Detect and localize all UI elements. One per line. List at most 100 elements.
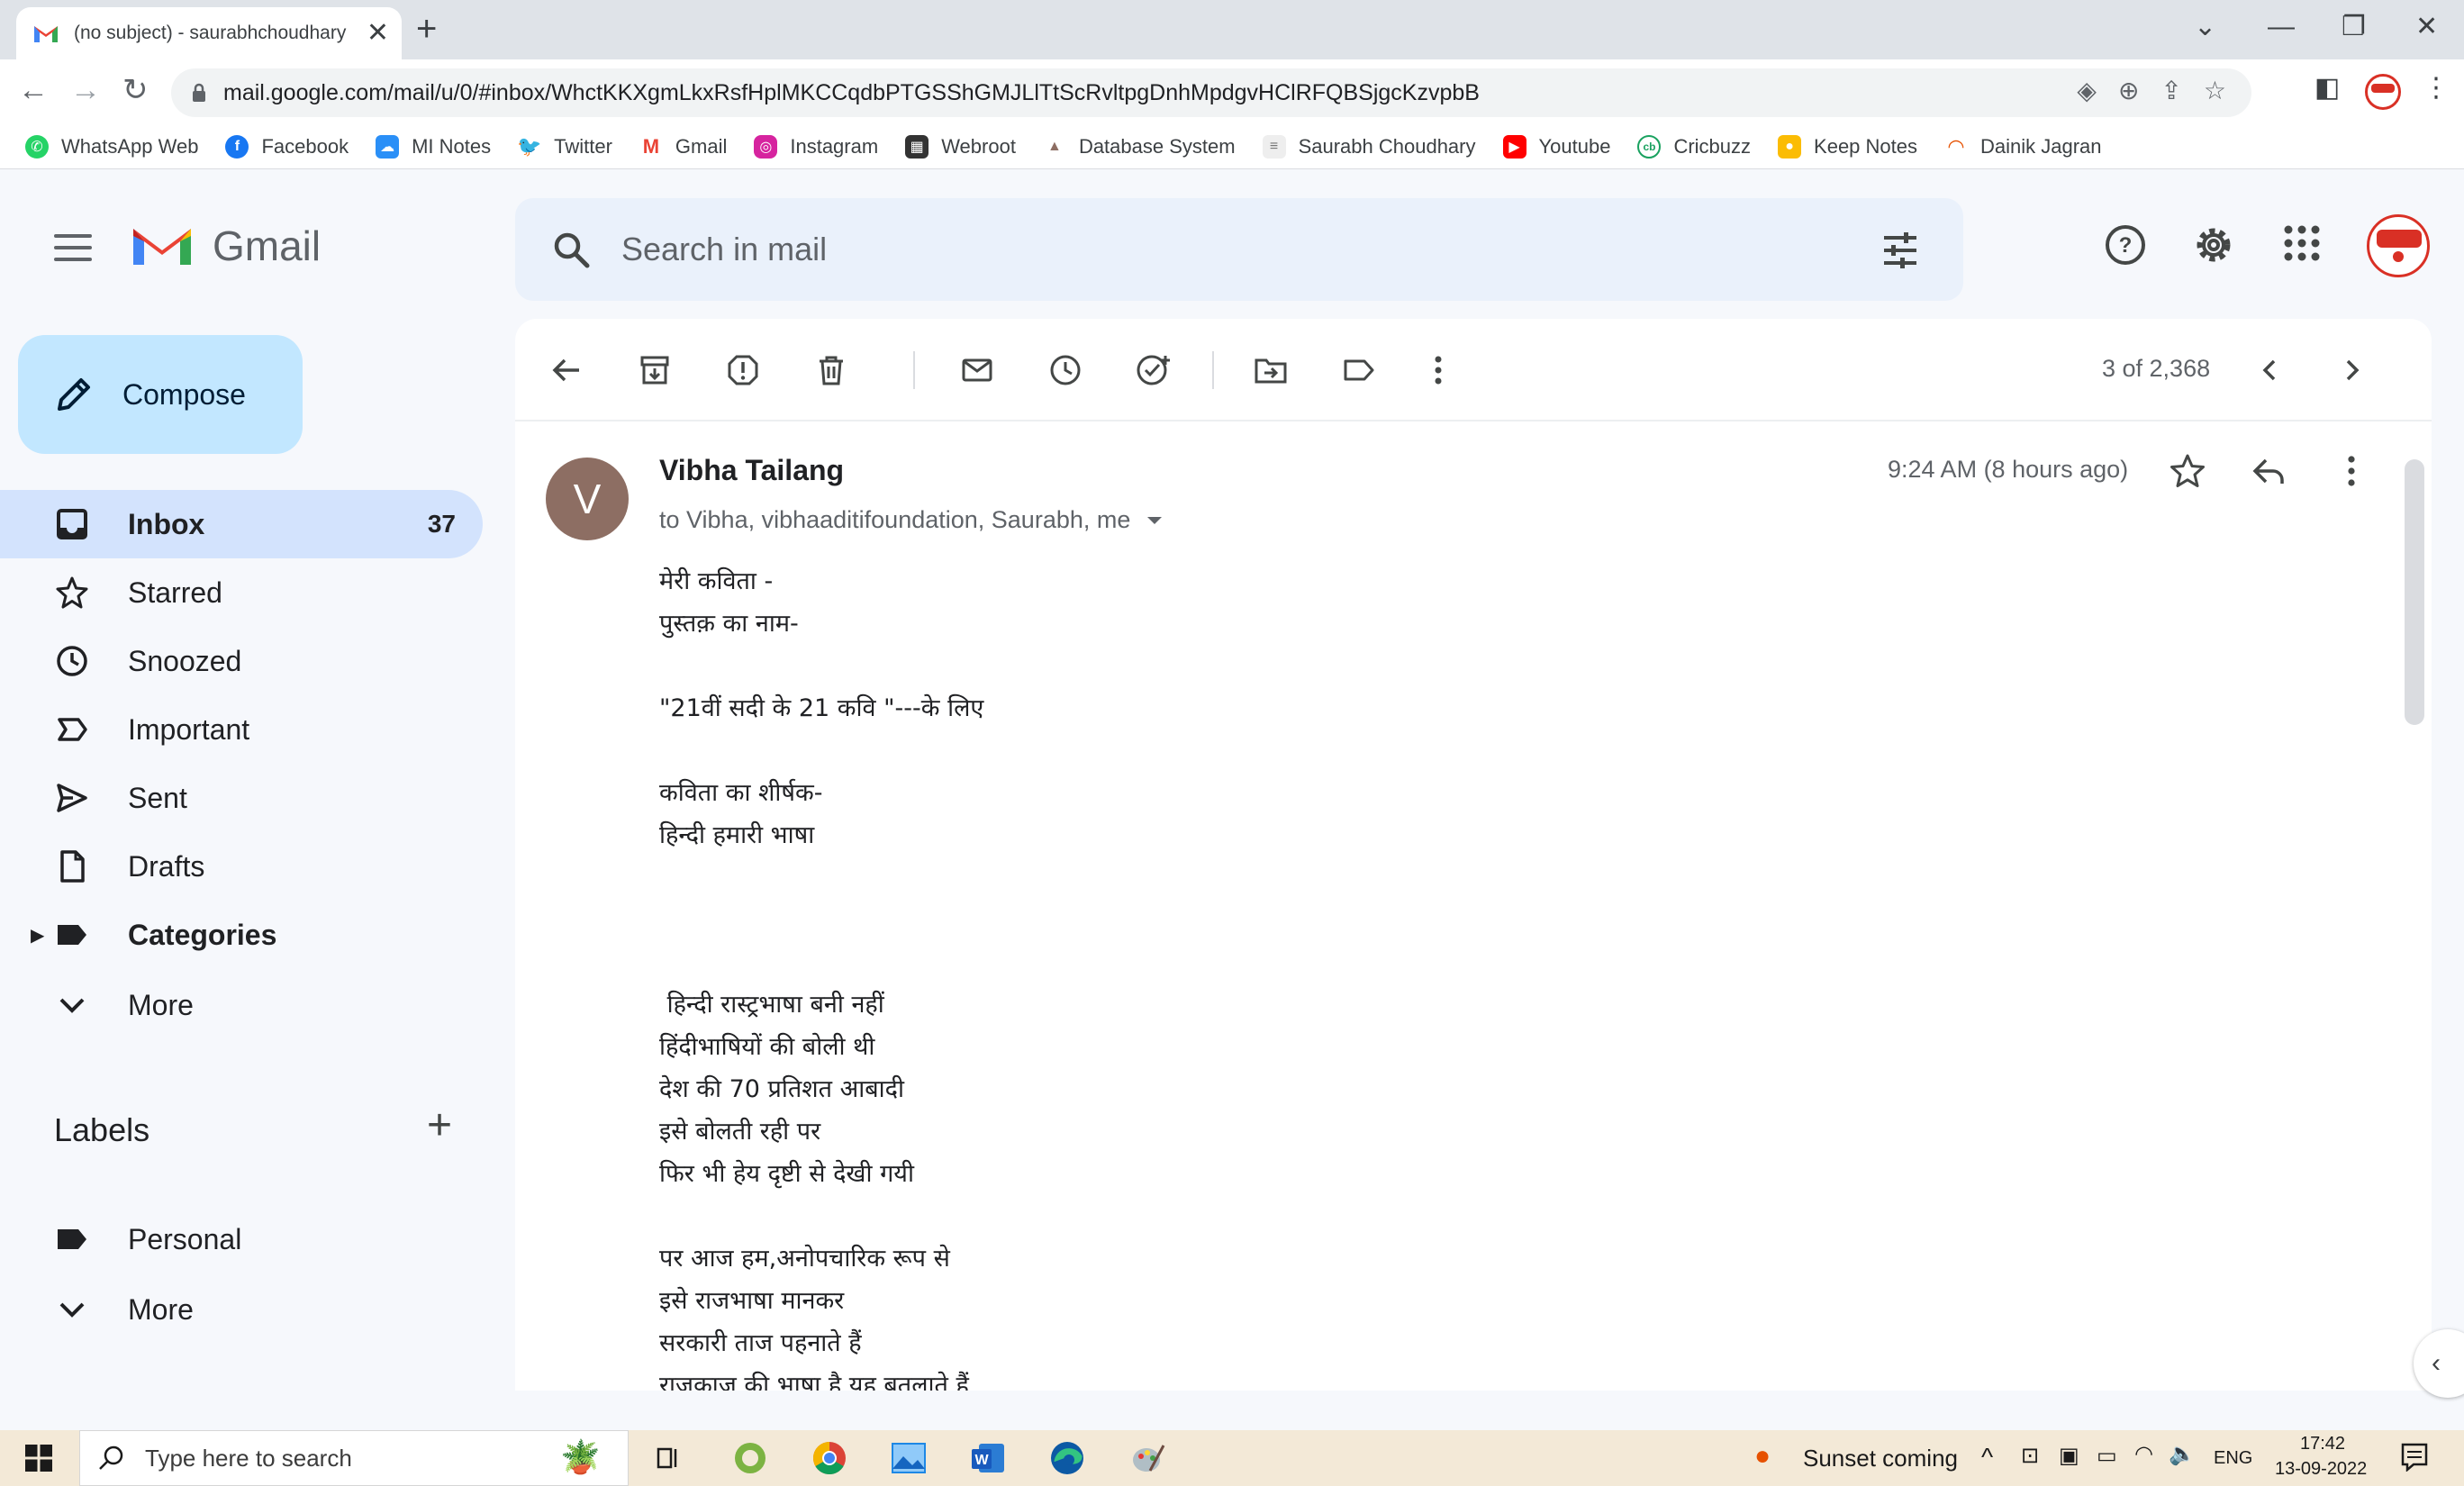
sidebar-item-snoozed[interactable]: Snoozed [0,627,483,695]
apps-grid-icon[interactable] [2282,223,2322,263]
search-options-icon[interactable] [1880,231,1920,270]
add-label-icon[interactable]: + [427,1104,452,1147]
snooze-clock-icon[interactable] [1046,351,1084,389]
reload-icon[interactable]: ↻ [122,72,149,108]
bookmark-whatsapp[interactable]: ✆ WhatsApp Web [25,134,198,159]
task-view-icon[interactable] [648,1439,686,1477]
tab-search-icon[interactable]: ⌄ [2194,7,2216,47]
bookmark-saurabh-choudhary[interactable]: ≡ Saurabh Choudhary [1262,134,1476,159]
edge-icon[interactable] [1048,1439,1086,1477]
search-input[interactable]: Search in mail [621,231,827,268]
bookmark-cricbuzz[interactable]: cb Cricbuzz [1637,134,1751,159]
bookmark-twitter[interactable]: 🐦 Twitter [517,134,612,159]
close-tab-icon[interactable]: ✕ [367,20,389,47]
language-indicator[interactable]: ENG [2214,1448,2252,1469]
search-bar[interactable]: Search in mail [515,198,1963,301]
more-options-icon[interactable] [1419,351,1457,389]
pager-text: 3 of 2,368 [2102,355,2211,382]
bookmark-instagram[interactable]: ◎ Instagram [754,134,878,159]
bookmark-youtube[interactable]: ▶ Youtube [1502,134,1610,159]
settings-gear-icon[interactable] [2192,223,2235,267]
sidebar-labels-more[interactable]: More [0,1275,483,1344]
details-dropdown-icon[interactable] [1145,514,1164,527]
label-as-icon[interactable] [1340,351,1378,389]
app-green-icon[interactable] [731,1439,769,1477]
bookmark-mi-notes[interactable]: ☁ MI Notes [376,134,491,159]
bookmark-facebook[interactable]: f Facebook [225,134,349,159]
report-spam-icon[interactable] [724,351,762,389]
side-panel-icon[interactable]: ◧ [2315,72,2340,104]
sender-name[interactable]: Vibha Tailang [659,454,844,487]
delete-icon[interactable] [812,351,850,389]
sidebar-item-more[interactable]: More [0,971,483,1039]
sidebar-item-drafts[interactable]: Drafts [0,832,483,901]
archive-icon[interactable] [636,351,674,389]
message-pane: 3 of 2,368 V Vibha Tailang to Vibha, vib… [515,319,2432,1391]
sidebar-item-categories[interactable]: ▶ Categories [0,901,483,969]
newer-message-icon[interactable] [2251,351,2289,389]
sender-avatar[interactable]: V [546,458,629,540]
taskbar-search-input[interactable]: Type here to search [145,1445,352,1472]
meet-now-icon[interactable]: ⊡ [2021,1443,2039,1469]
clock-date[interactable]: 13-09-2022 [2275,1459,2367,1480]
bookmark-webroot[interactable]: ▦ Webroot [905,134,1016,159]
bookmark-database-system[interactable]: ▲ Database System [1042,134,1236,159]
sidebar-item-important[interactable]: Important [0,695,483,764]
older-message-icon[interactable] [2333,351,2370,389]
close-window-button[interactable]: ✕ [2415,7,2438,47]
bookmark-star-icon[interactable]: ☆ [2204,76,2226,105]
notification-icon[interactable] [2401,1443,2428,1472]
new-tab-button[interactable]: + [416,11,437,47]
compose-button[interactable]: Compose [18,335,303,454]
windows-start-icon[interactable] [25,1445,52,1472]
back-to-inbox-icon[interactable] [548,351,585,389]
back-arrow-icon[interactable]: ← [18,72,49,108]
main-menu-icon[interactable] [54,234,92,261]
mark-unread-icon[interactable] [958,351,996,389]
weather-icon[interactable]: ● [1754,1441,1771,1472]
zoom-icon[interactable]: ⊕ [2118,76,2139,105]
tray-app-icon[interactable]: ▣ [2059,1443,2079,1469]
search-icon[interactable] [551,230,591,269]
bookmark-gmail[interactable]: M Gmail [639,134,727,159]
paint-icon[interactable] [1129,1439,1167,1477]
sidebar-item-starred[interactable]: Starred [0,558,483,627]
address-bar[interactable]: mail.google.com/mail/u/0/#inbox/WhctKKXg… [171,68,2251,117]
minimize-button[interactable]: — [2268,7,2295,47]
taskbar-search-box[interactable]: Type here to search 🪴 [79,1430,629,1486]
image-viewer-icon[interactable] [890,1439,928,1477]
chevron-up-icon[interactable]: ^ [1981,1443,1993,1472]
forward-arrow-icon[interactable]: → [70,72,101,108]
sidebar-item-label: Drafts [128,849,205,883]
sidebar-label-personal[interactable]: Personal [0,1205,483,1273]
move-to-icon[interactable] [1252,351,1290,389]
message-more-icon[interactable] [2345,452,2358,490]
browser-tab[interactable]: (no subject) - saurabhchoudhary ✕ [16,7,402,59]
wifi-icon[interactable]: ◠ [2134,1441,2153,1467]
clock-time[interactable]: 17:42 [2300,1434,2345,1454]
word-icon[interactable]: W [969,1439,1007,1477]
weather-text[interactable]: Sunset coming [1803,1445,1958,1472]
account-avatar[interactable] [2367,214,2430,277]
browser-menu-icon[interactable]: ⋮ [2423,72,2450,104]
expand-arrow-icon[interactable]: ▶ [31,924,44,947]
add-task-icon[interactable] [1135,351,1173,389]
profile-avatar[interactable] [2365,74,2401,110]
help-icon[interactable]: ? [2104,223,2147,267]
volume-icon[interactable]: 🔈 [2169,1441,2196,1467]
reply-icon[interactable] [2250,452,2287,490]
gmail-logo[interactable]: Gmail [130,222,321,270]
battery-icon[interactable]: ▭ [2097,1443,2117,1469]
chrome-icon[interactable] [811,1439,848,1477]
extension-icon[interactable]: ◈ [2077,76,2097,105]
share-icon[interactable]: ⇪ [2161,76,2181,105]
bookmark-keep-notes[interactable]: ● Keep Notes [1778,134,1917,159]
bookmark-dainik-jagran[interactable]: ◠ Dainik Jagran [1944,134,2102,159]
message-toolbar: 3 of 2,368 [515,319,2432,421]
maximize-button[interactable]: ❐ [2342,7,2366,47]
whatsapp-icon: ✆ [25,134,49,159]
sidebar-item-inbox[interactable]: Inbox 37 [0,490,483,558]
star-icon[interactable] [2169,452,2206,490]
scrollbar-thumb[interactable] [2405,459,2424,725]
sidebar-item-sent[interactable]: Sent [0,764,483,832]
